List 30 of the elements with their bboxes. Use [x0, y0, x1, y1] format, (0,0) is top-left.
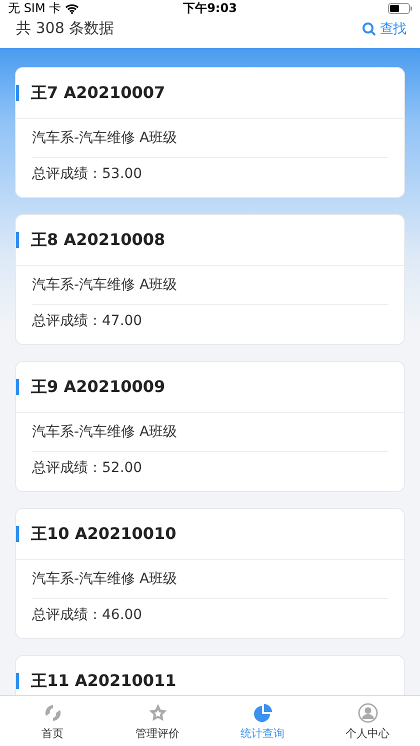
class-text: 汽车系-汽车维修 A班级 [32, 570, 178, 588]
accent-bar [16, 232, 19, 248]
student-title: 王8 A20210008 [31, 230, 166, 250]
class-text: 汽车系-汽车维修 A班级 [32, 129, 178, 147]
chart-icon [252, 702, 274, 724]
tab[interactable]: 首页 [0, 696, 105, 746]
student-title: 王9 A20210009 [31, 376, 166, 398]
accent-bar [16, 673, 19, 689]
class-text: 汽车系-汽车维修 A班级 [32, 423, 178, 441]
score-text: 总评成绩：47.00 [32, 312, 142, 330]
person-icon [356, 702, 378, 724]
score-text: 总评成绩：52.00 [32, 458, 142, 476]
score-text: 总评成绩：46.00 [32, 606, 142, 624]
accent-bar [16, 526, 19, 542]
clock-text: 下午9:03 [183, 0, 237, 17]
student-title: 王10 A20210010 [31, 524, 176, 544]
wifi-icon [65, 4, 80, 14]
student-title: 王11 A20210011 [31, 670, 176, 692]
accent-bar [16, 379, 19, 395]
tab[interactable]: 管理评价 [105, 696, 210, 746]
battery-icon [388, 3, 412, 14]
star-icon [146, 702, 168, 724]
accent-bar [16, 85, 19, 101]
record-count: 共 308 条数据 [16, 19, 116, 38]
tab[interactable]: 个人中心 [315, 696, 420, 746]
score-text: 总评成绩：53.00 [32, 164, 142, 182]
class-text: 汽车系-汽车维修 A班级 [32, 276, 178, 294]
student-title: 王7 A20210007 [31, 82, 166, 104]
carrier-text: 无 SIM 卡 [8, 0, 62, 17]
search-icon [362, 22, 376, 36]
